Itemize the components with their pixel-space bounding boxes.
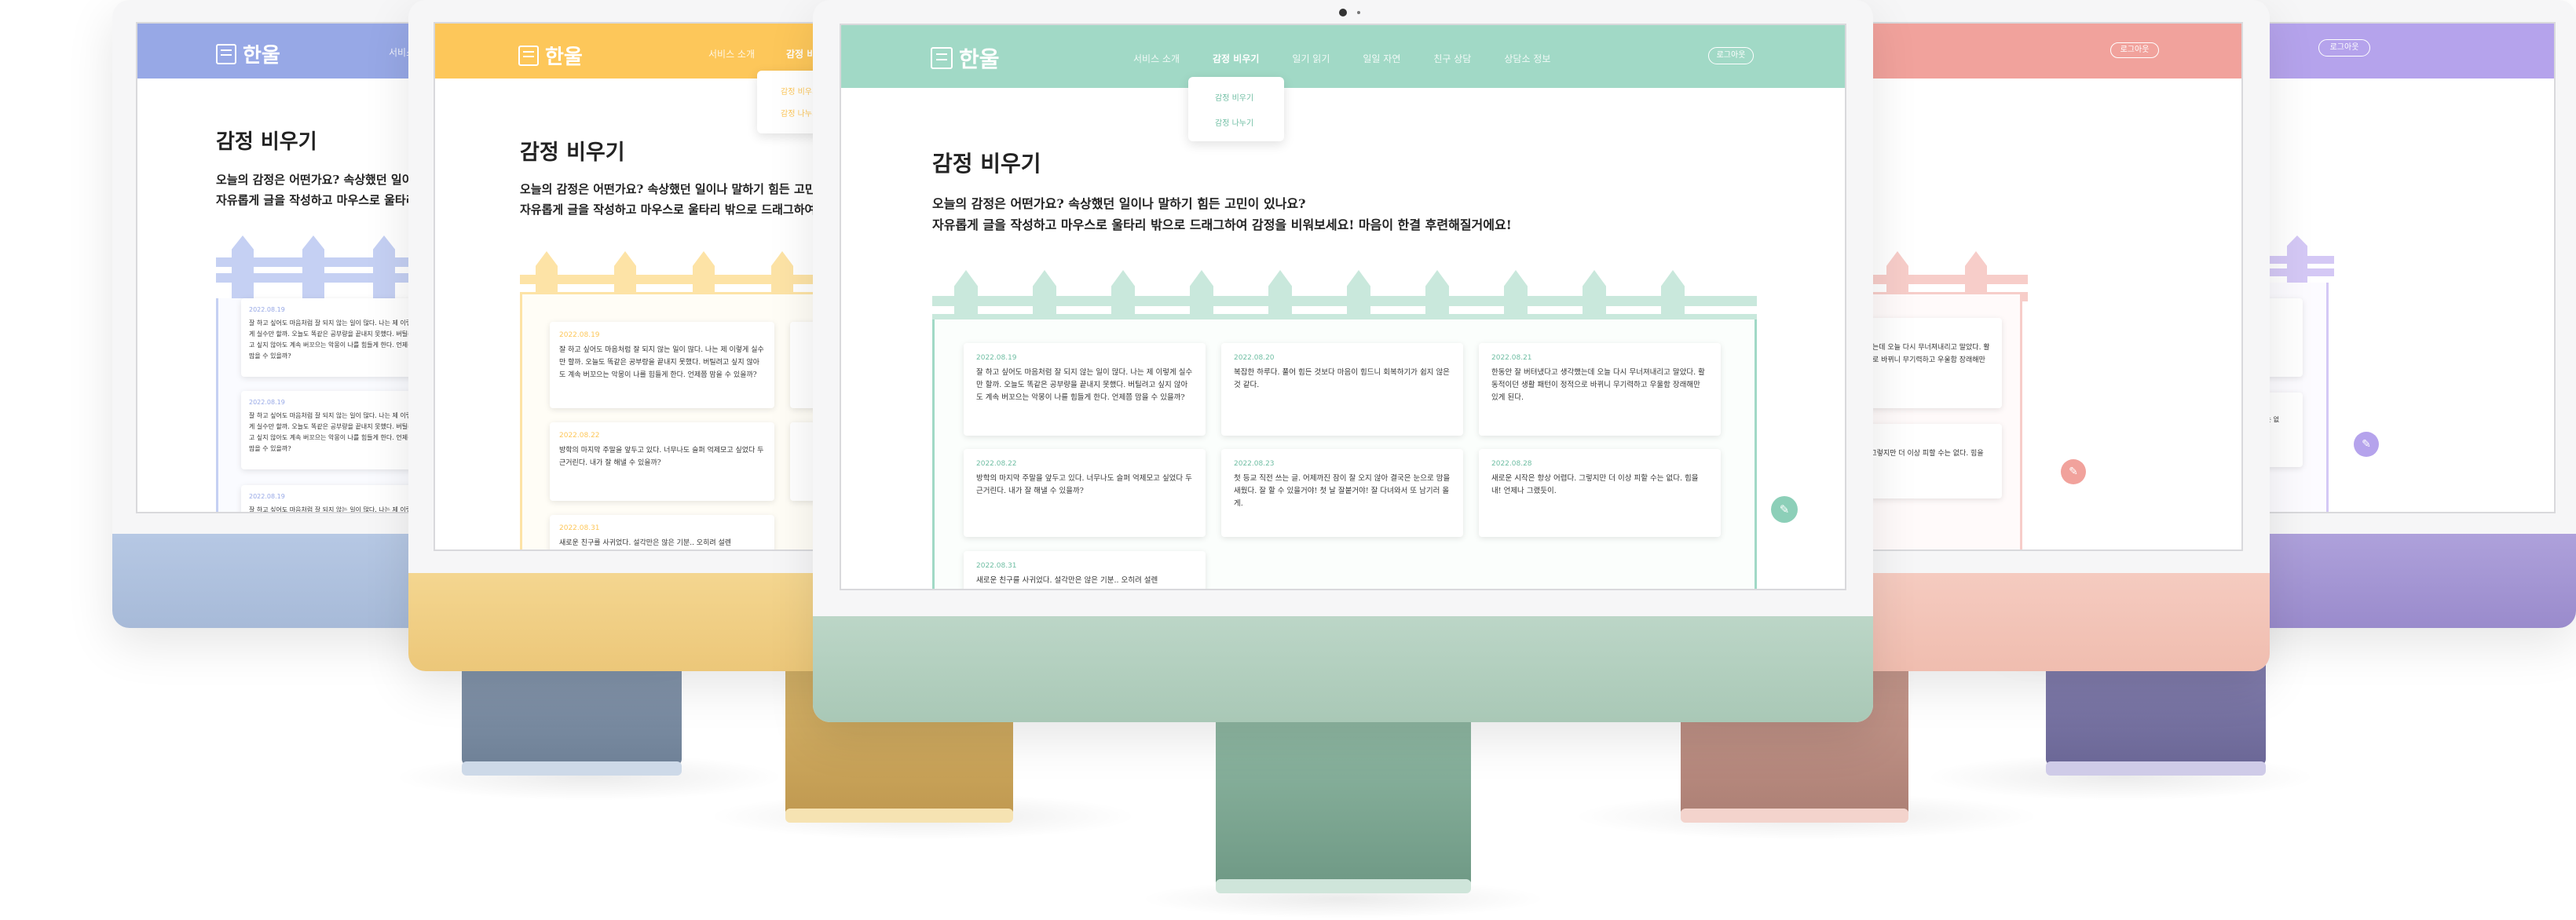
- emotion-card[interactable]: 2022.08.21한동안 잘 버텨냈다고 생각했는데 오늘 다시 무너져내리고…: [1479, 343, 1721, 436]
- intro-line: 자유롭게 글을 작성하고 마우스로 울타리 밖으로 드래그하여 감정을 비워보세…: [932, 217, 1512, 232]
- dropdown-menu: 감정 비우기 감정 나누기: [1188, 77, 1284, 141]
- emotion-card[interactable]: 2022.08.28새로운 시작은 항상 어렵다. 그렇지만 더 이상 피할 수…: [1479, 449, 1721, 537]
- emotion-card[interactable]: 2022.08.22 방학의 마지막 주말을 앞두고 있다. 너무나도 슬퍼 억제…: [550, 422, 774, 501]
- pencil-icon[interactable]: ✎: [2061, 459, 2086, 484]
- imac-stand: [1216, 718, 1471, 887]
- page-title: 감정 비우기: [517, 135, 628, 166]
- logout-button[interactable]: 로그아웃: [2110, 42, 2159, 58]
- imac-chin: [813, 616, 1873, 722]
- emotion-card[interactable]: 2022.08.19 잘 하고 싶어도 마음처럼 잘 되지 않는 일이 많다. 나…: [964, 343, 1206, 436]
- pencil-icon[interactable]: ✎: [1771, 496, 1798, 523]
- menu-item-emotion[interactable]: 감정 비우기: [1213, 52, 1259, 65]
- camera-sensor: [1357, 11, 1360, 14]
- menu-item-about[interactable]: 서비스 소개: [1133, 52, 1180, 65]
- logo-icon: [931, 47, 953, 69]
- logo-text: 한울: [243, 44, 280, 68]
- logo-text: 한울: [545, 46, 583, 69]
- emotion-card[interactable]: 2022.08.20 복잡한 하루다. 풀어 힘든 것보다 마음이 힘드니 회복하…: [1221, 343, 1463, 436]
- logout-button[interactable]: 로그아웃: [2318, 39, 2370, 57]
- site-logo[interactable]: 한울: [518, 41, 583, 70]
- camera: [1339, 9, 1347, 16]
- pencil-icon[interactable]: ✎: [2354, 432, 2379, 457]
- emotion-card[interactable]: 2022.08.22 방학의 마지막 주말을 앞두고 있다. 너무나도 슬퍼 억제…: [964, 449, 1206, 537]
- menu-item-about[interactable]: 서비스 소개: [708, 47, 755, 60]
- emotion-card[interactable]: 2022.08.19 잘 하고 싶어도 마음처럼 잘 되지 않는 일이 많다. 나…: [241, 298, 422, 377]
- intro-line: 오늘의 감정은 어떤가요? 속상했던 일이나 말하기 힘든 고민이 있나요?: [932, 196, 1306, 211]
- menu-item-nature[interactable]: 일일 자연: [1363, 52, 1400, 65]
- menu-bar: 서비스 소개 감정 비우기 일기 읽기 일일 자연 친구 상담 상담소 정보: [1133, 52, 1550, 65]
- logo-icon: [216, 43, 236, 64]
- imac-green: 한울 서비스 소개 감정 비우기 일기 읽기 일일 자연 친구 상담 상담소 정…: [813, 0, 1873, 903]
- dropdown-item-share[interactable]: 감정 나누기: [1215, 116, 1253, 128]
- emotion-card[interactable]: 2022.08.31 새로운 친구를 사귀었다. 설각만은 않은 기분.. 오히려…: [964, 551, 1206, 589]
- imac-foot: [1216, 879, 1471, 893]
- emotion-card[interactable]: 2022.08.31 새로운 친구를 사귀었다. 설각만은 않은 기분.. 오히려…: [550, 515, 774, 549]
- dropdown-item-empty[interactable]: 감정 비우기: [1215, 91, 1253, 103]
- menu-item-diary[interactable]: 일기 읽기: [1292, 52, 1330, 65]
- site-logo[interactable]: 한울: [931, 42, 1000, 74]
- emotion-card[interactable]: 2022.08.19 잘 하고 싶어도 마음처럼 잘 되지 않는 일이 많다. 나…: [550, 322, 774, 408]
- menu-item-info[interactable]: 상담소 정보: [1504, 52, 1550, 65]
- menu-item-counsel[interactable]: 친구 상담: [1433, 52, 1471, 65]
- logout-button[interactable]: 로그아웃: [1708, 47, 1754, 64]
- screen-green: 한울 서비스 소개 감정 비우기 일기 읽기 일일 자연 친구 상담 상담소 정…: [840, 24, 1846, 590]
- site-logo[interactable]: 한울: [216, 39, 280, 68]
- emotion-card[interactable]: 2022.08.19 잘 하고 싶어도 마음처럼 잘 되지 않는 일이 많다. 나…: [241, 391, 422, 469]
- logo-icon: [518, 45, 539, 66]
- logo-text: 한울: [959, 46, 1000, 72]
- page-title: 감정 비우기: [929, 147, 1045, 178]
- emotion-card[interactable]: 2022.08.19 잘 하고 싶어도 마음처럼 잘 되지 않는 일이 많다. 나…: [241, 485, 422, 512]
- intro-text: 오늘의 감정은 어떤가요? 속상했던 일이나 말하기 힘든 고민이 있나요? 자…: [932, 193, 1512, 235]
- page-title: 감정 비우기: [213, 126, 320, 155]
- emotion-card[interactable]: 2022.08.23 첫 등교 직전 쓰는 글. 어제까진 잠이 잘 오지 않아 …: [1221, 449, 1463, 537]
- nav-bar: 한울 서비스 소개 감정 비우기 일기 읽기 일일 자연 친구 상담 상담소 정…: [841, 25, 1845, 88]
